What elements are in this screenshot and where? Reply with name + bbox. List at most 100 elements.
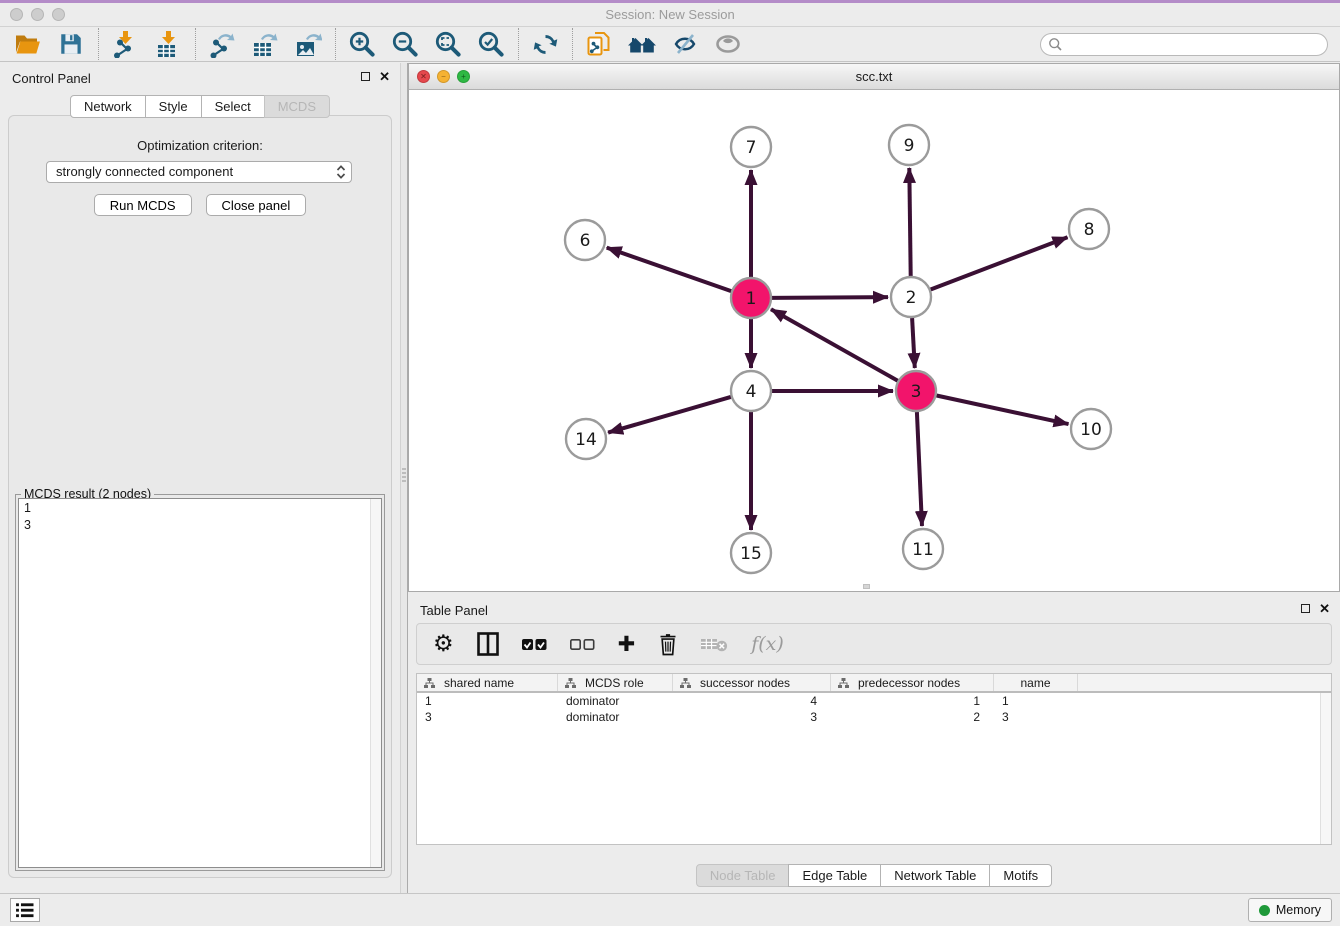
graph-edge-2-9[interactable] [909,168,910,276]
criterion-dropdown[interactable]: strongly connected component [46,161,352,183]
table-cell[interactable]: 3 [417,709,558,725]
close-panel-icon[interactable]: ✕ [379,70,390,83]
zoom-in-icon[interactable] [346,29,378,60]
search-input[interactable] [1063,35,1327,53]
graph-edge-1-2[interactable] [772,297,888,298]
graph-node-10[interactable]: 10 [1071,409,1111,449]
save-session-icon[interactable] [55,29,87,60]
search-box[interactable] [1040,33,1328,56]
export-image-icon[interactable] [292,29,324,60]
float-table-panel-icon[interactable] [1301,604,1310,613]
mcds-result-text[interactable]: 1 3 [18,498,382,868]
table-cell[interactable]: 1 [831,693,994,709]
search-icon [1048,37,1063,52]
export-network-icon[interactable] [206,29,238,60]
table-row[interactable]: 1dominator411 [417,693,1331,709]
graph-node-3[interactable]: 3 [896,371,936,411]
open-session-icon[interactable] [12,29,44,60]
graph-edge-3-10[interactable] [937,396,1069,425]
vertical-splitter[interactable] [400,63,408,893]
table-row[interactable]: 3dominator323 [417,709,1331,725]
close-table-panel-icon[interactable]: ✕ [1319,602,1330,615]
result-scrollbar[interactable] [370,499,381,867]
graph-edge-3-11[interactable] [917,412,922,526]
graph-node-14[interactable]: 14 [566,419,606,459]
graph-node-6[interactable]: 6 [565,220,605,260]
tab-network-table[interactable]: Network Table [880,864,990,887]
unselect-all-icon[interactable] [570,638,595,651]
graph-node-1[interactable]: 1 [731,278,771,318]
window-accent-strip [0,0,1340,3]
table-cell[interactable]: 3 [673,709,831,725]
graph-edge-1-6[interactable] [607,248,732,292]
tab-motifs[interactable]: Motifs [989,864,1052,887]
hide-graphics-icon[interactable] [669,29,701,60]
zoom-out-icon[interactable] [389,29,421,60]
select-all-icon[interactable] [522,638,547,651]
optimization-criterion-label: Optimization criterion: [9,138,391,153]
mcds-panel: Optimization criterion: strongly connect… [8,115,392,878]
graph-edge-2-8[interactable] [931,237,1068,289]
zoom-fit-icon[interactable] [432,29,464,60]
network-view-window: ✕ − + scc.txt 1 2 3 4 6 7 8 9 10 11 14 15 [408,63,1340,592]
import-table-icon[interactable] [152,29,184,60]
graph-node-8[interactable]: 8 [1069,209,1109,249]
graph-node-4[interactable]: 4 [731,371,771,411]
column-header-name[interactable]: name [994,674,1078,691]
graph-edge-3-1[interactable] [771,309,898,380]
tab-style[interactable]: Style [145,95,202,118]
splitter-grip[interactable] [402,468,406,482]
delete-column-icon [701,636,728,652]
tab-network[interactable]: Network [70,95,146,118]
clone-network-icon[interactable] [583,29,615,60]
attribute-tree-icon [424,678,435,688]
tab-mcds[interactable]: MCDS [264,95,330,118]
column-header-predecessor-nodes[interactable]: predecessor nodes [831,674,994,691]
delete-rows-trash-icon[interactable] [658,633,678,656]
table-cell[interactable]: 1 [417,693,558,709]
column-header-shared-name[interactable]: shared name [417,674,558,691]
run-mcds-button[interactable]: Run MCDS [94,194,192,216]
import-network-icon[interactable] [109,29,141,60]
home-icon[interactable] [626,29,658,60]
zoom-selected-icon[interactable] [475,29,507,60]
table-cell[interactable]: 2 [831,709,994,725]
tab-select[interactable]: Select [201,95,265,118]
task-history-button[interactable] [10,898,40,922]
refresh-layout-icon[interactable] [529,29,561,60]
tab-edge-table[interactable]: Edge Table [788,864,881,887]
close-panel-button[interactable]: Close panel [206,194,307,216]
graph-node-15[interactable]: 15 [731,533,771,573]
table-cell[interactable]: 4 [673,693,831,709]
graph-node-11[interactable]: 11 [903,529,943,569]
column-header-successor-nodes[interactable]: successor nodes [673,674,831,691]
attribute-tree-icon [838,678,849,688]
export-table-icon[interactable] [249,29,281,60]
graph-node-2[interactable]: 2 [891,277,931,317]
table-settings-gear-icon[interactable]: ⚙ [433,633,454,656]
tab-node-table[interactable]: Node Table [696,864,790,887]
show-eye-icon[interactable] [712,29,744,60]
table-cell[interactable]: 1 [994,693,1078,709]
column-header-filler [1078,674,1331,691]
criterion-value: strongly connected component [56,162,336,182]
graph-edge-2-3[interactable] [912,318,915,368]
network-resize-grip[interactable] [863,584,870,589]
table-cell[interactable]: 3 [994,709,1078,725]
table-cell[interactable]: dominator [558,693,673,709]
column-header-mcds-role[interactable]: MCDS role [558,674,673,691]
table-scrollbar[interactable] [1320,693,1331,844]
show-columns-icon[interactable] [477,632,499,656]
table-cell[interactable]: dominator [558,709,673,725]
network-graph[interactable]: 1 2 3 4 6 7 8 9 10 11 14 15 [409,90,1339,586]
add-column-icon[interactable]: ✚ [618,634,636,655]
memory-button[interactable]: Memory [1248,898,1332,922]
main-window: Session: New Session [0,0,1340,926]
table-toolbar: ⚙ ✚ f(x) [416,623,1332,665]
graph-node-9[interactable]: 9 [889,125,929,165]
network-window-titlebar[interactable]: ✕ − + scc.txt [409,64,1339,90]
float-panel-icon[interactable] [361,72,370,81]
graph-node-7[interactable]: 7 [731,127,771,167]
graph-edge-4-14[interactable] [608,397,731,433]
network-canvas[interactable]: 1 2 3 4 6 7 8 9 10 11 14 15 [409,90,1339,584]
